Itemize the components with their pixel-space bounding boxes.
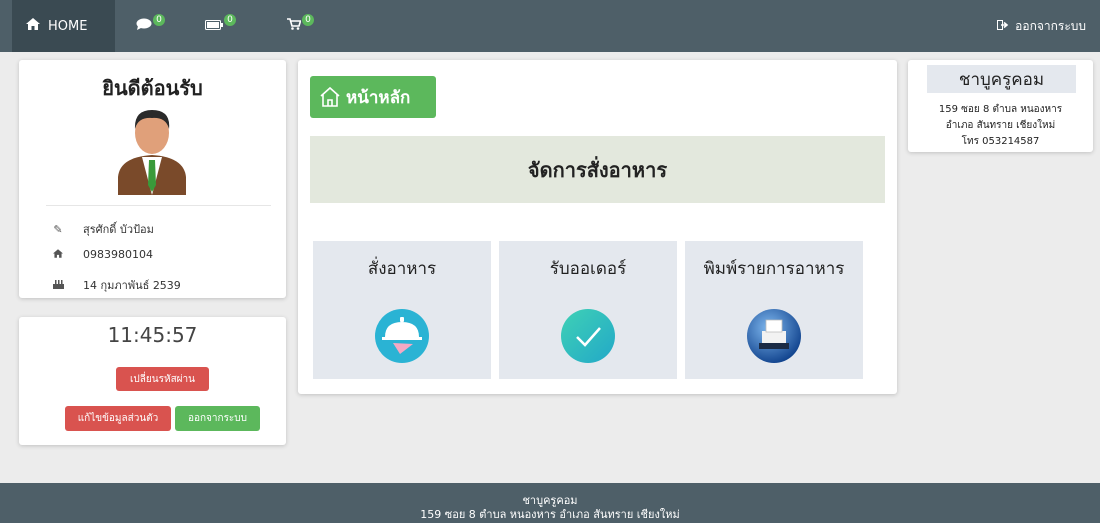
nav-messages[interactable]: 0: [136, 0, 165, 52]
cart-icon: [287, 18, 302, 34]
clock-card: 11:45:57 เปลี่ยนรหัสผ่าน แก้ไขข้อมูลส่วน…: [19, 317, 286, 445]
check-icon: [555, 303, 621, 369]
profile-birthday: 14 กุมภาพันธ์ 2539: [83, 279, 181, 292]
footer-address: 159 ซอย 8 ตำบล หนองหาร อำเภอ สันทราย เชี…: [420, 508, 680, 521]
cart-badge: 0: [302, 14, 314, 26]
tile-print-menu[interactable]: พิมพ์รายการอาหาร: [685, 241, 863, 379]
food-service-icon: [369, 303, 435, 369]
home-button-label: หน้าหลัก: [346, 87, 411, 108]
profile-phone: 0983980104: [83, 248, 153, 261]
profile-divider: [46, 205, 271, 206]
profile-name: สุรศักดิ์ บัวป้อม: [83, 223, 154, 236]
logout-button[interactable]: ออกจากระบบ: [175, 406, 260, 431]
shop-address-line1: 159 ซอย 8 ตำบล หนองหาร: [938, 104, 1063, 115]
main-panel: หน้าหลัก จัดการสั่งอาหาร สั่งอาหาร รับออ…: [298, 60, 897, 394]
tile-receive-order-label: รับออเดอร์: [549, 259, 627, 279]
nav-home-label: HOME: [48, 18, 88, 34]
comment-icon: [136, 18, 152, 34]
nav-battery[interactable]: 0: [205, 0, 236, 52]
welcome-heading: ยินดีต้อนรับ: [102, 76, 203, 100]
nav-home-link[interactable]: HOME: [12, 0, 115, 52]
shop-name: ชาบูครูคอม: [927, 65, 1076, 93]
section-title: จัดการสั่งอาหาร: [310, 136, 885, 203]
tile-order-food[interactable]: สั่งอาหาร: [313, 241, 491, 379]
battery-badge: 0: [224, 14, 236, 26]
home-icon: [51, 248, 65, 261]
profile-birthday-row: 14 กุมภาพันธ์ 2539: [51, 276, 181, 294]
profile-name-row: ✎ สุรศักดิ์ บัวป้อม: [51, 220, 154, 238]
house-outline-icon: [320, 86, 340, 107]
tile-order-food-label: สั่งอาหาร: [367, 259, 437, 279]
profile-card: ยินดีต้อนรับ ✎ สุรศักดิ์ บัวป้อม 0983980…: [19, 60, 286, 298]
top-navbar: HOME 0 0 0 ออกจากระบบ: [0, 0, 1100, 52]
pencil-icon: ✎: [53, 222, 63, 236]
nav-logout-link[interactable]: ออกจากระบบ: [997, 0, 1086, 52]
battery-icon: [205, 18, 223, 34]
birthday-cake-icon: [51, 279, 65, 292]
nav-cart[interactable]: 0: [287, 0, 314, 52]
clock-time: 11:45:57: [107, 323, 198, 347]
shop-address-line2: อำเภอ สันทราย เชียงใหม่: [945, 120, 1056, 131]
shop-phone: โทร 053214587: [961, 136, 1040, 147]
tile-print-menu-label: พิมพ์รายการอาหาร: [703, 259, 845, 279]
tile-receive-order[interactable]: รับออเดอร์: [499, 241, 677, 379]
home-button[interactable]: หน้าหลัก: [310, 76, 436, 118]
footer: ชาบูครูคอม 159 ซอย 8 ตำบล หนองหาร อำเภอ …: [0, 483, 1100, 523]
shop-info-card: ชาบูครูคอม 159 ซอย 8 ตำบล หนองหาร อำเภอ …: [908, 60, 1093, 152]
messages-badge: 0: [153, 14, 165, 26]
nav-logout-label: ออกจากระบบ: [1015, 18, 1086, 33]
change-password-button[interactable]: เปลี่ยนรหัสผ่าน: [116, 367, 209, 391]
profile-phone-row: 0983980104: [51, 248, 153, 261]
sign-out-icon: [997, 19, 1009, 33]
home-icon: [26, 18, 40, 34]
edit-profile-button[interactable]: แก้ไขข้อมูลส่วนตัว: [65, 406, 171, 431]
printer-icon: [741, 303, 807, 369]
